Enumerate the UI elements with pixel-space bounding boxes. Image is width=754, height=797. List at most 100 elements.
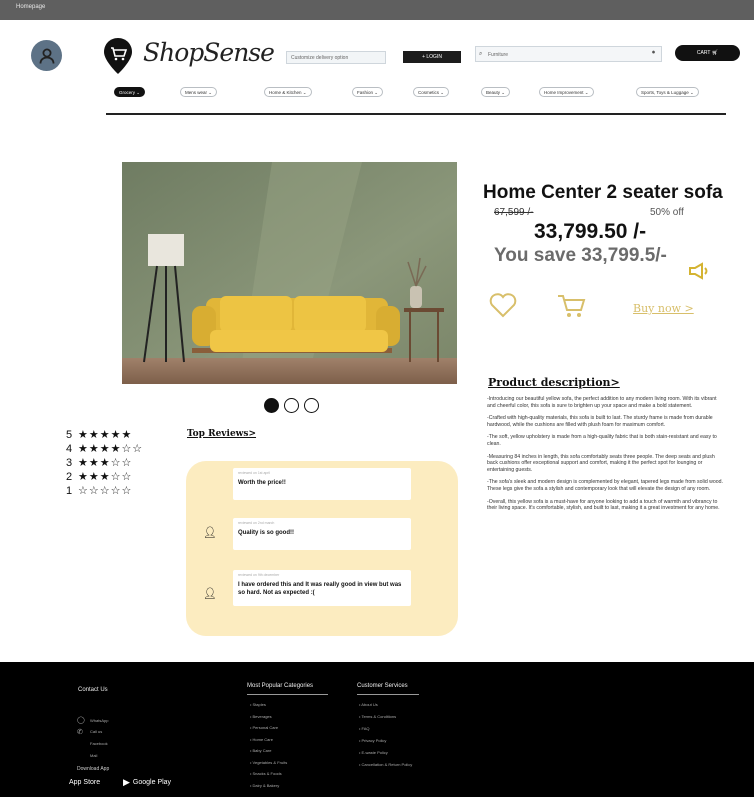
footer-service-link[interactable]: • Privacy Policy <box>359 738 386 743</box>
footer-link-label: Beverages <box>252 713 272 719</box>
nav-category-home-kitchen[interactable]: Home & Kitchen ⌄ <box>264 87 312 97</box>
footer-category-link[interactable]: • Staples <box>250 702 266 707</box>
chevron-down-icon: ⌄ <box>439 90 445 95</box>
footer-service-link[interactable]: • E-waste Policy <box>359 750 388 755</box>
phone-icon[interactable]: ✆ <box>77 728 83 736</box>
rating-row[interactable]: 3 ★★★☆☆ <box>66 456 143 470</box>
footer-link-label: E-waste Policy <box>361 750 388 755</box>
product-description-link[interactable]: Product description> <box>488 376 620 389</box>
app-store-label: App Store <box>69 779 101 786</box>
chevron-down-icon: ⌄ <box>688 90 694 95</box>
carousel-dot[interactable] <box>264 398 279 413</box>
brand-logo-icon[interactable] <box>103 37 133 75</box>
search-input[interactable]: ⌕ Furniture ⏺ <box>475 46 662 62</box>
nav-category-home-improvement[interactable]: Home Improvement ⌄ <box>539 87 594 97</box>
speaker-icon[interactable] <box>688 262 710 280</box>
rating-row[interactable]: 5 ★★★★★ <box>66 428 143 442</box>
footer-link-label: FAQ <box>361 726 370 731</box>
contact-facebook[interactable]: Facebook <box>90 741 108 746</box>
google-play-badge[interactable]: ▶ Google Play <box>123 776 171 789</box>
review-date: reviewed on 9th december <box>238 573 280 577</box>
footer-category-link[interactable]: • Dairy & Bakery <box>250 783 279 788</box>
footer-category-link[interactable]: • Snacks & Foods <box>250 771 282 776</box>
image-carousel-dots <box>264 398 319 414</box>
footer-link-label: Home Care <box>252 736 273 742</box>
rating-level: 4 <box>66 443 73 455</box>
reviewer-user-icon: 👤︎ <box>203 527 217 539</box>
add-to-cart-icon[interactable] <box>556 293 586 319</box>
footer-link-label: Dairy & Bakery <box>252 782 280 788</box>
chevron-down-icon: ⌄ <box>500 90 506 95</box>
footer-category-link[interactable]: • Home Care <box>250 737 273 742</box>
nav-category-cosmetics[interactable]: Cosmetics ⌄ <box>413 87 450 97</box>
product-image[interactable] <box>122 162 457 384</box>
microphone-icon[interactable]: ⏺ <box>652 50 655 57</box>
carousel-dot[interactable] <box>304 398 319 413</box>
footer-link-label: Privacy Policy <box>361 738 387 743</box>
contact-mail[interactable]: Mail <box>90 753 97 758</box>
description-paragraph: -The soft, yellow upholstery is made fro… <box>487 434 717 447</box>
product-title: Home Center 2 seater sofa <box>483 182 723 203</box>
nav-category-label: Cosmetics <box>418 90 440 95</box>
chevron-down-icon: ⌄ <box>135 90 141 95</box>
review-card[interactable]: reviewed on 1st april Worth the price!! <box>233 468 411 500</box>
play-icon: ▶ <box>123 777 130 787</box>
footer-category-link[interactable]: • Vegetables & Fruits <box>250 760 287 765</box>
customer-services-title: Customer Services <box>357 683 408 689</box>
nav-category-mens-wear[interactable]: Mens wear ⌄ <box>180 87 218 97</box>
whatsapp-icon[interactable]: ◯ <box>77 716 85 724</box>
footer-category-link[interactable]: • Beverages <box>250 714 272 719</box>
reviews-panel: reviewed on 1st april Worth the price!! … <box>186 461 458 636</box>
nav-category-label: Fashion <box>357 90 374 95</box>
nav-category-fashion[interactable]: Fashion ⌄ <box>352 87 384 97</box>
rating-level: 2 <box>66 471 73 483</box>
popular-title-underline <box>247 694 328 695</box>
cart-label: CART <box>696 50 711 56</box>
review-date: reviewed on 1st april <box>238 471 271 475</box>
login-button[interactable]: + LOGIN <box>403 51 461 63</box>
star-icons: ★★★☆☆ <box>78 457 133 469</box>
footer-service-link[interactable]: • Terms & Conditions <box>359 714 396 719</box>
wishlist-heart-icon[interactable] <box>489 292 517 318</box>
footer-service-link[interactable]: • Cancellation & Return Policy <box>359 762 412 767</box>
star-icons: ★★★☆☆ <box>78 471 133 483</box>
carousel-dot[interactable] <box>284 398 299 413</box>
footer-link-label: Snacks & Foods <box>252 771 282 776</box>
rating-row[interactable]: 1 ☆☆☆☆☆ <box>66 484 143 498</box>
nav-category-sports-toys-luggage[interactable]: Sports, Toys & Luggage ⌄ <box>636 87 699 97</box>
star-icons: ☆☆☆☆☆ <box>78 485 133 497</box>
chevron-down-icon: ⌄ <box>373 90 379 95</box>
rating-level: 1 <box>66 485 73 497</box>
rating-row[interactable]: 2 ★★★☆☆ <box>66 470 143 484</box>
review-card[interactable]: reviewed on 2nd march Quality is so good… <box>233 518 411 550</box>
review-date: reviewed on 2nd march <box>238 521 275 525</box>
search-icon: ⌕ <box>479 51 483 57</box>
buy-now-link[interactable]: Buy now > <box>633 302 694 315</box>
description-paragraph: -Measuring 84 inches in length, this sof… <box>487 453 715 473</box>
nav-category-label: Mens wear <box>185 90 208 95</box>
rating-level: 3 <box>66 457 73 469</box>
rating-breakdown: 5 ★★★★★ 4 ★★★★☆☆ 3 ★★★☆☆ 2 ★★★☆☆ 1 ☆☆☆☆☆ <box>66 428 143 498</box>
contact-whatsapp[interactable]: WhatsApp <box>90 718 108 723</box>
product-description: -Introducing our beautiful yellow sofa, … <box>487 396 723 518</box>
footer-category-link[interactable]: • Baby Care <box>250 748 271 753</box>
cart-button[interactable]: CART 🛒︎ <box>675 45 740 61</box>
star-icons: ★★★★☆☆ <box>78 443 144 455</box>
nav-category-grocery[interactable]: Grocery ⌄ <box>114 87 146 97</box>
delivery-location-input[interactable]: Customize delivery option <box>286 51 386 64</box>
top-reviews-link[interactable]: Top Reviews> <box>187 429 256 439</box>
footer-link-label: Personal Care <box>252 725 279 730</box>
description-paragraph: -Overall, this yellow sofa is a must-hav… <box>487 498 720 512</box>
app-store-badge[interactable]: App Store <box>66 776 100 789</box>
nav-category-beauty[interactable]: Beauty ⌄ <box>481 87 511 97</box>
brand-name[interactable]: ShopSense <box>143 38 275 67</box>
footer-category-link[interactable]: • Personal Care <box>250 725 278 730</box>
user-avatar-icon[interactable] <box>31 40 62 71</box>
rating-row[interactable]: 4 ★★★★☆☆ <box>66 442 143 456</box>
footer-service-link[interactable]: • About Us <box>359 702 378 707</box>
nav-category-label: Home & Kitchen <box>269 90 302 95</box>
contact-call[interactable]: Call us <box>90 729 102 734</box>
footer-service-link[interactable]: • FAQ <box>359 726 370 731</box>
download-app-title: Download App <box>77 766 110 772</box>
review-card[interactable]: reviewed on 9th december I have ordered … <box>233 570 411 606</box>
